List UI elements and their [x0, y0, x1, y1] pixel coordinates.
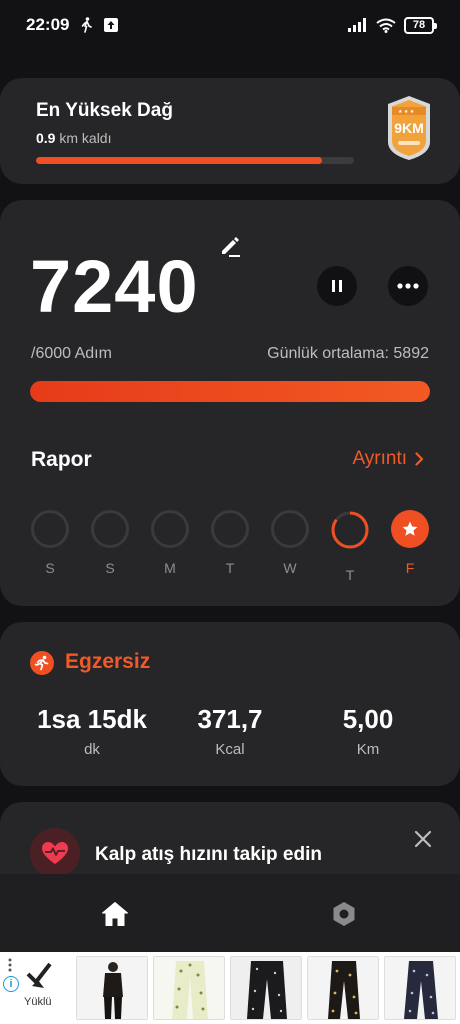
status-time: 22:09: [26, 15, 70, 34]
ad-product-image[interactable]: [153, 956, 225, 1020]
stat-value: 371,7: [197, 704, 263, 734]
ad-info-icon[interactable]: i: [3, 976, 19, 992]
report-detail-label: Ayrıntı: [352, 448, 407, 469]
chevron-right-icon: [415, 452, 424, 466]
report-detail-link[interactable]: Ayrıntı: [352, 448, 424, 470]
steps-daily-average: Günlük ortalama: 5892: [267, 345, 429, 362]
day-label: S: [45, 560, 55, 576]
heart-pulse-icon: [30, 828, 80, 878]
steps-card: 7240 /6000 Adım Günlük ortalama: 5892 Ra…: [0, 200, 460, 606]
day-label: W: [283, 560, 297, 576]
stat-unit: Kcal: [215, 741, 245, 758]
pencil-icon[interactable]: [218, 234, 242, 258]
stat-value: 5,00: [342, 704, 394, 734]
challenge-title: En Yüksek Dağ: [36, 100, 173, 121]
exercise-title: Egzersiz: [65, 650, 151, 673]
day-empty-ring: [151, 510, 189, 548]
steps-count: 7240: [30, 245, 199, 328]
nav-settings[interactable]: [328, 898, 360, 930]
steps-progress-fill: [30, 381, 430, 402]
day-empty-ring: [271, 510, 309, 548]
running-icon: [30, 651, 54, 675]
stat-unit: dk: [84, 741, 100, 758]
exercise-distance: 5,00 Km: [298, 704, 438, 758]
day-label: S: [105, 560, 115, 576]
ad-brand-name: Yüklü: [24, 996, 52, 1008]
pause-icon: [332, 280, 342, 292]
day-empty-ring: [211, 510, 249, 548]
ad-product-image[interactable]: [230, 956, 302, 1020]
brand-logo-icon: [26, 962, 52, 988]
day-progress-ring: [331, 511, 369, 549]
pause-button[interactable]: [317, 266, 357, 306]
exercise-duration: 1sa 15dk dk: [22, 704, 162, 758]
more-horizontal-icon: [397, 283, 419, 289]
day-label: T: [225, 560, 235, 576]
steps-progress-bar: [30, 381, 430, 402]
day-label: M: [164, 560, 176, 576]
ad-product-image[interactable]: [384, 956, 456, 1020]
report-day[interactable]: T: [210, 510, 250, 576]
hexagon-settings-icon: [333, 902, 355, 926]
close-icon[interactable]: [412, 828, 434, 850]
report-title: Rapor: [31, 448, 92, 471]
stat-unit: Km: [356, 741, 380, 758]
exercise-card[interactable]: Egzersiz 1sa 15dk dk 371,7 Kcal 5,00 Km: [0, 622, 460, 786]
more-options-button[interactable]: [388, 266, 428, 306]
more-vertical-icon[interactable]: [8, 958, 12, 972]
wifi-icon: [376, 18, 396, 33]
ad-product-image[interactable]: [76, 956, 148, 1020]
signal-icon: [348, 18, 366, 32]
report-day[interactable]: T: [330, 510, 370, 583]
battery-indicator: 78: [404, 16, 437, 34]
bottom-navigation: [0, 874, 460, 952]
steps-goal: /6000 Adım: [31, 345, 112, 362]
report-day[interactable]: M: [150, 510, 190, 576]
ad-banner[interactable]: i Yüklü: [0, 952, 460, 1024]
upload-notification-icon: [104, 18, 119, 32]
report-day[interactable]: F: [390, 510, 430, 576]
svg-text:★ ★ ★: ★ ★ ★: [398, 109, 415, 115]
home-icon: [102, 902, 128, 926]
report-day[interactable]: S: [90, 510, 130, 576]
day-complete-star-icon: [391, 510, 429, 548]
challenge-progress-bar: [36, 157, 354, 164]
exercise-calories: 371,7 Kcal: [160, 704, 300, 758]
challenge-remaining-value: 0.9: [36, 130, 56, 146]
mountain-badge-icon: ★ ★ ★ 9KM: [388, 96, 430, 160]
day-empty-ring: [91, 510, 129, 548]
report-day[interactable]: W: [270, 510, 310, 576]
challenge-remaining-suffix: km kaldı: [55, 130, 112, 146]
day-label: T: [345, 567, 355, 583]
walking-icon: [82, 17, 93, 33]
status-bar: 22:09 78: [0, 0, 460, 50]
stat-value: 1sa 15dk: [37, 704, 147, 734]
badge-text: 9KM: [394, 120, 424, 136]
heart-rate-prompt: Kalp atış hızını takip edin: [95, 844, 322, 865]
challenge-progress-fill: [36, 157, 323, 164]
challenge-remaining: 0.9 km kaldı: [36, 130, 111, 146]
weekly-report: SSMTWTF: [30, 510, 430, 583]
report-day[interactable]: S: [30, 510, 70, 576]
day-empty-ring: [31, 510, 69, 548]
ad-product-image[interactable]: [307, 956, 379, 1020]
day-label: F: [405, 560, 415, 576]
nav-home[interactable]: [99, 898, 131, 930]
